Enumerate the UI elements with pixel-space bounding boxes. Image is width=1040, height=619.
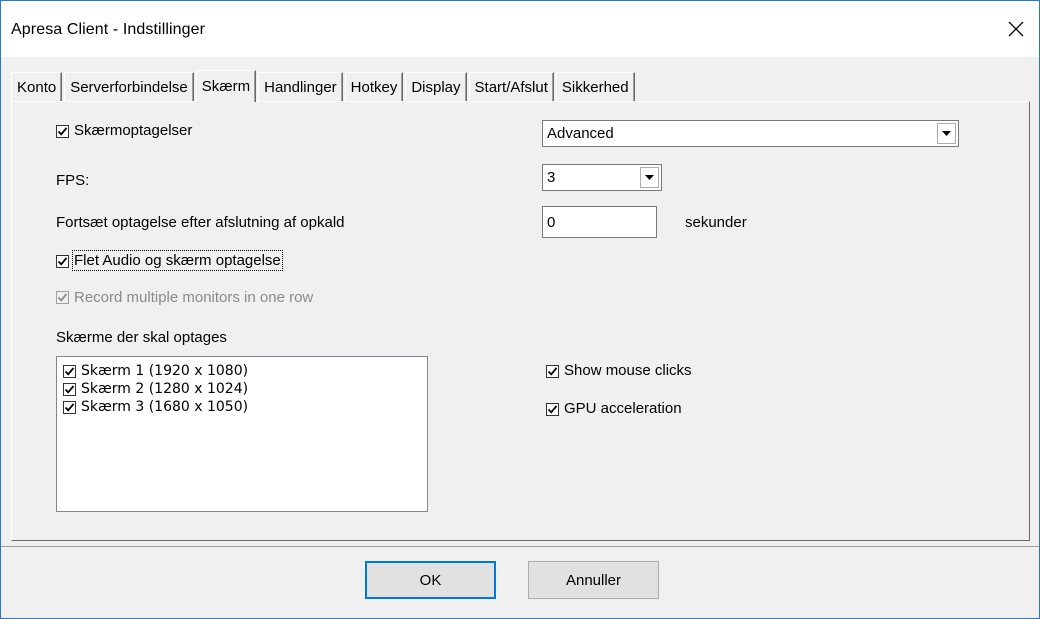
close-icon <box>1008 21 1024 37</box>
multi-monitor-checkbox[interactable] <box>56 291 69 304</box>
fps-value: 3 <box>547 169 556 186</box>
gpu-acceleration-label: GPU acceleration <box>564 400 682 417</box>
monitor-checkbox[interactable] <box>63 383 76 396</box>
multi-monitor-label: Record multiple monitors in one row <box>74 289 314 306</box>
tab-konto[interactable]: Konto <box>11 72 63 101</box>
show-mouse-clicks-label: Show mouse clicks <box>564 362 692 379</box>
tab-panel-skaerm: Skærmoptagelser Advanced FPS: 3 Fortsæt … <box>11 101 1030 541</box>
checkmark-icon <box>57 127 68 136</box>
tab-hotkey[interactable]: Hotkey <box>344 72 404 101</box>
screen-recording-label: Skærmoptagelser <box>74 122 193 139</box>
monitors-listbox[interactable]: Skærm 1 (1920 x 1080) Skærm 2 (1280 x 10… <box>56 356 428 512</box>
show-mouse-clicks-checkbox[interactable] <box>546 365 559 378</box>
fps-label: FPS: <box>56 172 90 189</box>
tab-start-afslut[interactable]: Start/Afslut <box>468 72 554 101</box>
merge-audio-label: Flet Audio og skærm optagelse <box>72 250 283 271</box>
continue-recording-label: Fortsæt optagelse efter afslutning af op… <box>56 214 345 231</box>
screen-recording-checkbox[interactable] <box>56 125 69 138</box>
footer-divider <box>1 546 1039 547</box>
monitor-label: Skærm 3 (1680 x 1050) <box>81 399 249 415</box>
checkmark-icon <box>547 367 558 376</box>
checkmark-icon <box>57 257 68 266</box>
gpu-acceleration-checkbox[interactable] <box>546 403 559 416</box>
title-bar: Apresa Client - Indstillinger <box>1 1 1039 57</box>
window-title: Apresa Client - Indstillinger <box>11 21 206 38</box>
settings-dialog: Apresa Client - Indstillinger Konto Serv… <box>0 0 1040 619</box>
monitor-label: Skærm 1 (1920 x 1080) <box>81 363 249 379</box>
tab-sikkerhed[interactable]: Sikkerhed <box>555 72 635 101</box>
monitor-label: Skærm 2 (1280 x 1024) <box>81 381 249 397</box>
cancel-button[interactable]: Annuller <box>528 561 659 599</box>
tab-display[interactable]: Display <box>405 72 467 101</box>
fps-select[interactable]: 3 <box>542 164 662 191</box>
ok-button[interactable]: OK <box>365 561 496 599</box>
merge-audio-checkbox[interactable] <box>56 255 69 268</box>
checkmark-icon <box>64 367 75 376</box>
chevron-down-icon <box>640 167 659 188</box>
monitor-checkbox[interactable] <box>63 365 76 378</box>
chevron-down-icon <box>937 123 956 144</box>
tab-skaerm[interactable]: Skærm <box>195 70 257 102</box>
checkmark-icon <box>64 385 75 394</box>
checkmark-icon <box>64 403 75 412</box>
tab-handlinger[interactable]: Handlinger <box>258 72 343 101</box>
tab-strip: Konto Serverforbindelse Skærm Handlinger… <box>11 70 637 102</box>
monitor-checkbox[interactable] <box>63 401 76 414</box>
tab-serverforbindelse[interactable]: Serverforbindelse <box>64 72 194 101</box>
monitors-label: Skærme der skal optages <box>56 329 227 346</box>
checkmark-icon <box>547 405 558 414</box>
recording-mode-select[interactable]: Advanced <box>542 120 959 147</box>
close-button[interactable] <box>993 9 1039 49</box>
recording-mode-value: Advanced <box>547 125 614 142</box>
continue-seconds-input[interactable] <box>542 206 657 238</box>
continue-seconds-field[interactable] <box>543 207 656 237</box>
seconds-unit-label: sekunder <box>685 214 747 231</box>
checkmark-icon <box>57 293 68 302</box>
